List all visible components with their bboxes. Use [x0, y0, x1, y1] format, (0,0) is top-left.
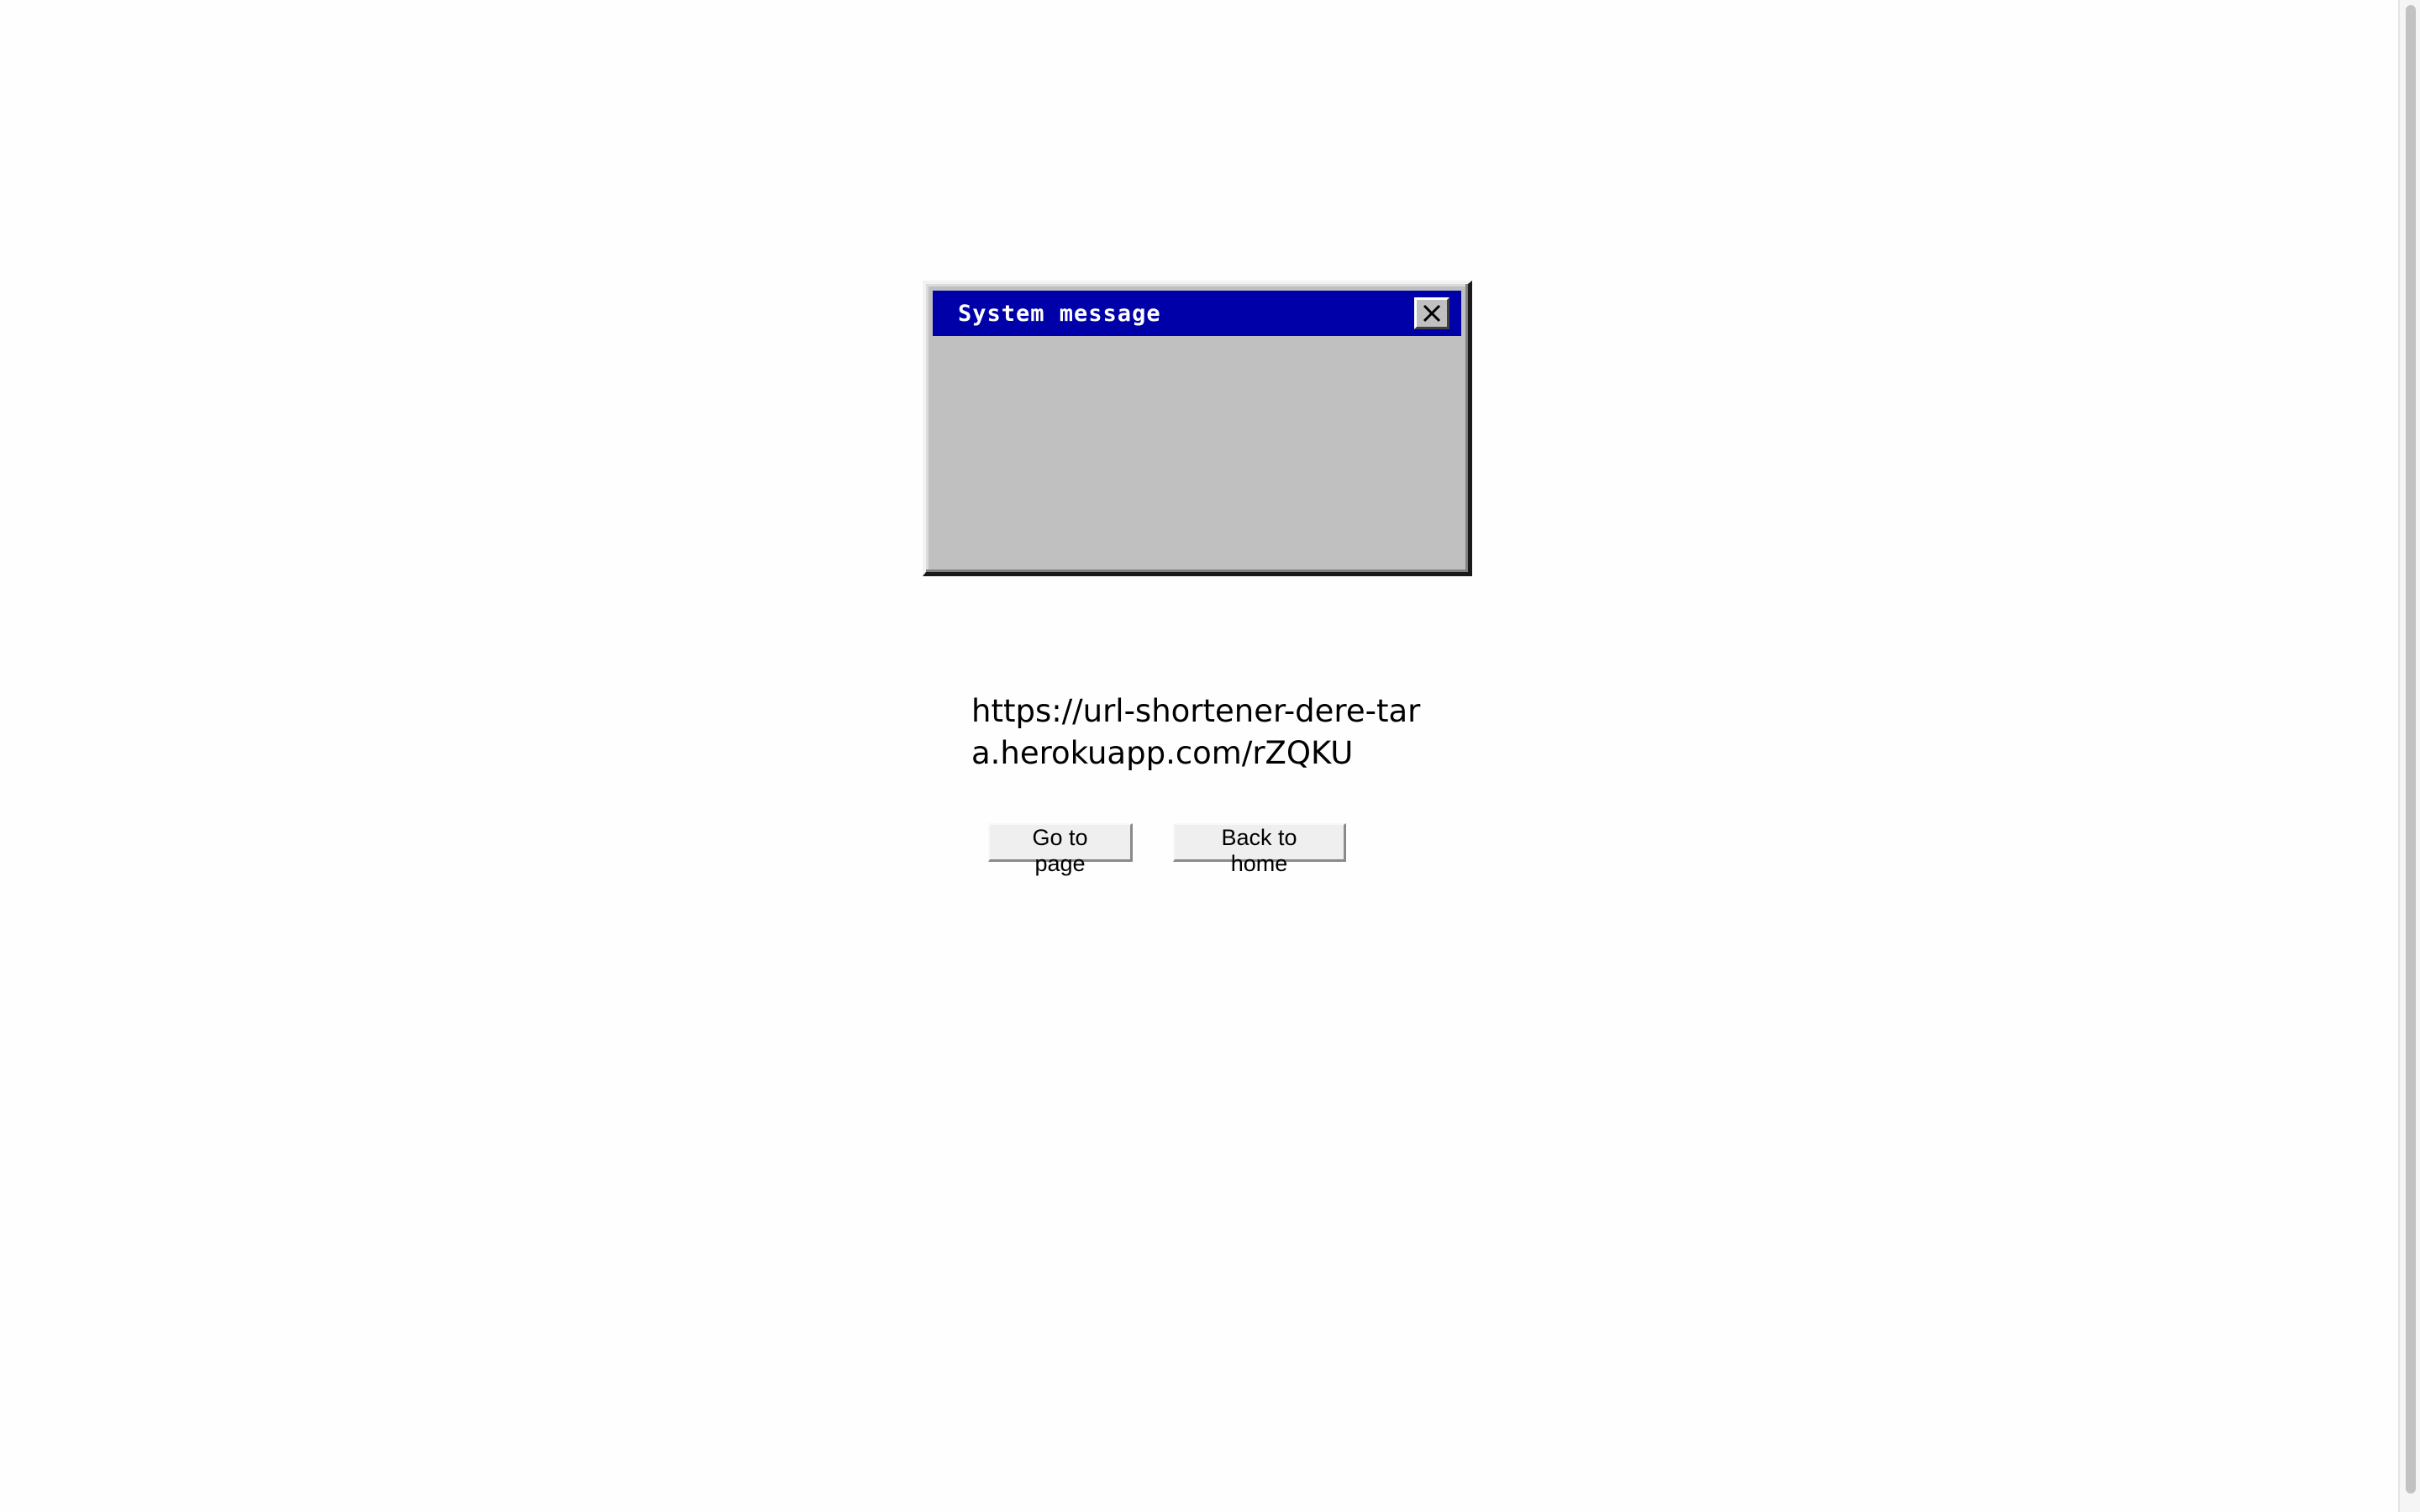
dialog-title: System message: [958, 300, 1161, 327]
dialog-close-button[interactable]: [1414, 297, 1449, 329]
close-x-icon: [1423, 304, 1441, 323]
dialog-body: [933, 336, 1461, 565]
scrollbar-thumb[interactable]: [2406, 5, 2416, 1494]
back-to-home-button[interactable]: Back to home: [1173, 823, 1346, 876]
short-url-text: https://url-shortener-dere-tara.herokuap…: [971, 693, 1421, 771]
go-to-page-button[interactable]: Go to page: [988, 823, 1133, 876]
page: System message https://url-shortener-der…: [0, 0, 2420, 1512]
dialog-titlebar[interactable]: System message: [933, 291, 1461, 336]
vertical-scrollbar[interactable]: [2398, 0, 2420, 1512]
system-message-dialog: System message: [923, 281, 1472, 576]
